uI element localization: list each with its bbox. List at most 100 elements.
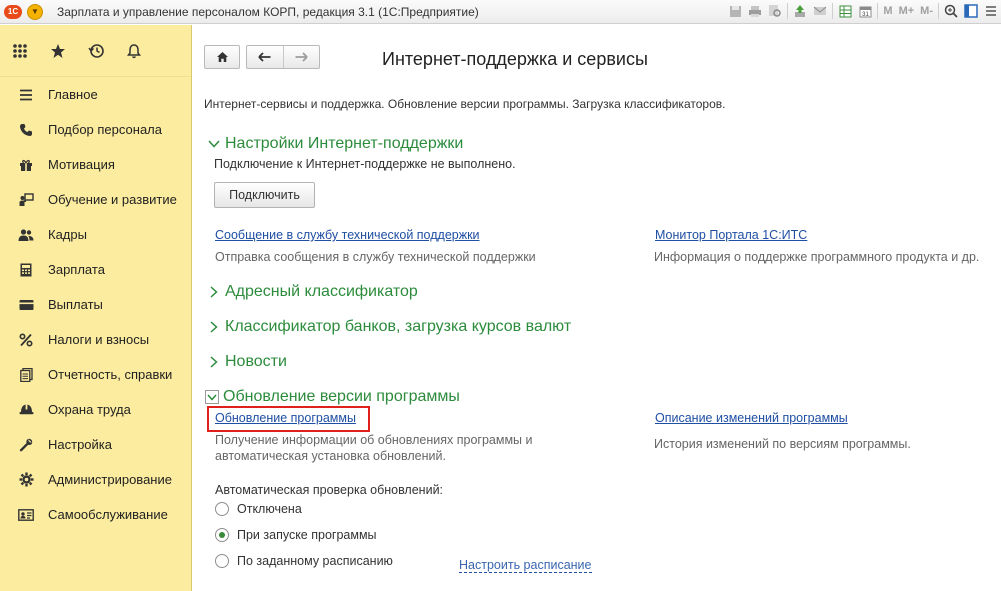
wrench-icon: [18, 437, 34, 453]
gear-icon: [18, 472, 34, 488]
section-title: Адресный классификатор: [225, 283, 418, 300]
radio-disabled[interactable]: Отключена: [215, 502, 302, 516]
sidebar-item-administration[interactable]: Администрирование: [0, 462, 191, 497]
sidebar-item-label: Обучение и развитие: [48, 192, 177, 207]
calendar-icon[interactable]: 31: [857, 3, 873, 19]
toolbar-divider: [877, 3, 879, 19]
sidebar-item-label: Зарплата: [48, 262, 105, 277]
radio-button[interactable]: [215, 502, 229, 516]
sidebar-item-label: Налоги и взносы: [48, 332, 150, 347]
chevron-down-icon: [205, 390, 219, 404]
mail-icon[interactable]: [812, 3, 828, 19]
sidebar-item-taxes[interactable]: Налоги и взносы: [0, 322, 191, 357]
print-icon[interactable]: [747, 3, 763, 19]
changes-description-link[interactable]: Описание изменений программы: [655, 411, 848, 425]
documents-icon: [18, 367, 34, 383]
page-description: Интернет-сервисы и поддержка. Обновление…: [204, 97, 726, 111]
main-menu-button[interactable]: ▼: [27, 3, 43, 20]
sidebar-item-label: Главное: [48, 87, 98, 102]
section-banks-classifier[interactable]: Классификатор банков, загрузка курсов ва…: [207, 318, 571, 336]
section-title: Обновление версии программы: [223, 388, 460, 405]
memory-plus-button[interactable]: M+: [898, 3, 916, 19]
program-update-link[interactable]: Обновление программы: [215, 411, 356, 425]
sidebar-item-reports[interactable]: Отчетность, справки: [0, 357, 191, 392]
star-icon[interactable]: [49, 42, 67, 60]
panel-icon[interactable]: [963, 3, 979, 19]
section-title: Настройки Интернет-поддержки: [225, 135, 464, 152]
arrow-left-icon: [258, 52, 271, 62]
sidebar-item-label: Администрирование: [48, 472, 172, 487]
person-board-icon: [18, 192, 34, 208]
memory-minus-button[interactable]: M-: [919, 3, 934, 19]
spreadsheet-icon[interactable]: [837, 3, 853, 19]
sidebar-item-settings[interactable]: Настройка: [0, 427, 191, 462]
history-navigation: [246, 45, 320, 69]
page-title: Интернет-поддержка и сервисы: [382, 49, 648, 69]
zoom-icon[interactable]: [943, 3, 959, 19]
home-button[interactable]: [204, 45, 240, 69]
calculator-icon: [18, 262, 34, 278]
connection-status: Подключение к Интернет-поддержке не выпо…: [214, 157, 516, 171]
memory-button[interactable]: M: [882, 3, 893, 19]
back-button[interactable]: [247, 46, 283, 68]
program-update-description: автоматическая установка обновлений.: [215, 449, 446, 463]
chevron-right-icon: [207, 355, 221, 369]
preview-icon[interactable]: [767, 3, 783, 19]
sidebar-item-main[interactable]: Главное: [0, 77, 191, 112]
sidebar-item-label: Кадры: [48, 227, 87, 242]
app-logo: 1С: [4, 4, 22, 19]
its-monitor-link[interactable]: Монитор Портала 1С:ИТС: [655, 228, 807, 242]
toolbar-divider: [787, 3, 789, 19]
sidebar-item-labor-safety[interactable]: Охрана труда: [0, 392, 191, 427]
arrow-right-icon: [295, 52, 308, 62]
menu-icon[interactable]: [983, 3, 999, 19]
gift-icon: [18, 157, 34, 173]
auto-check-label: Автоматическая проверка обновлений:: [215, 483, 444, 497]
radio-on-startup[interactable]: При запуске программы: [215, 528, 377, 542]
toolbar-divider: [832, 3, 834, 19]
sidebar-item-self-service[interactable]: Самообслуживание: [0, 497, 191, 532]
sidebar-quick-actions: [0, 25, 191, 77]
radio-selected-dot: [219, 532, 225, 538]
section-address-classifier[interactable]: Адресный классификатор: [207, 283, 418, 301]
support-message-link[interactable]: Сообщение в службу технической поддержки: [215, 228, 480, 242]
section-internet-support-settings[interactable]: Настройки Интернет-поддержки: [207, 135, 463, 153]
radio-by-schedule[interactable]: По заданному расписанию: [215, 554, 393, 568]
connect-button[interactable]: Подключить: [214, 182, 315, 208]
sidebar-item-personnel[interactable]: Кадры: [0, 217, 191, 252]
save-icon[interactable]: [727, 3, 743, 19]
sidebar-sections: Главное Подбор персонала Мотивация Обуче…: [0, 77, 191, 532]
chevron-right-icon: [207, 285, 221, 299]
sidebar-item-salary[interactable]: Зарплата: [0, 252, 191, 287]
apps-grid-icon[interactable]: [11, 42, 29, 60]
sidebar-item-motivation[interactable]: Мотивация: [0, 147, 191, 182]
main-content: Интернет-поддержка и сервисы Интернет-се…: [193, 25, 1001, 591]
section-program-update[interactable]: Обновление версии программы: [205, 388, 460, 406]
forward-button[interactable]: [282, 46, 319, 68]
radio-button[interactable]: [215, 528, 229, 542]
sidebar-item-label: Подбор персонала: [48, 122, 162, 137]
sidebar-item-training[interactable]: Обучение и развитие: [0, 182, 191, 217]
bell-icon[interactable]: [125, 42, 143, 60]
configure-schedule-link[interactable]: Настроить расписание: [459, 558, 592, 573]
chevron-right-icon: [207, 320, 221, 334]
navigation-bar: [204, 45, 320, 69]
radio-label: Отключена: [237, 502, 302, 516]
radio-button[interactable]: [215, 554, 229, 568]
sections-panel: Главное Подбор персонала Мотивация Обуче…: [0, 25, 192, 591]
radio-label: При запуске программы: [237, 528, 377, 542]
menu-lines-icon: [18, 87, 34, 103]
upload-icon[interactable]: [792, 3, 808, 19]
helmet-icon: [18, 402, 34, 418]
sidebar-item-payments[interactable]: Выплаты: [0, 287, 191, 322]
window-titlebar: 1С ▼ Зарплата и управление персоналом КО…: [0, 0, 1001, 24]
history-icon[interactable]: [87, 42, 105, 60]
svg-text:31: 31: [862, 12, 869, 18]
section-news[interactable]: Новости: [207, 353, 287, 371]
sidebar-item-recruitment[interactable]: Подбор персонала: [0, 112, 191, 147]
its-monitor-description: Информация о поддержке программного прод…: [654, 250, 980, 264]
window-title: Зарплата и управление персоналом КОРП, р…: [57, 4, 479, 19]
radio-label: По заданному расписанию: [237, 554, 393, 568]
sidebar-item-label: Мотивация: [48, 157, 115, 172]
titlebar-toolbar: 31 M M+ M-: [727, 3, 999, 19]
